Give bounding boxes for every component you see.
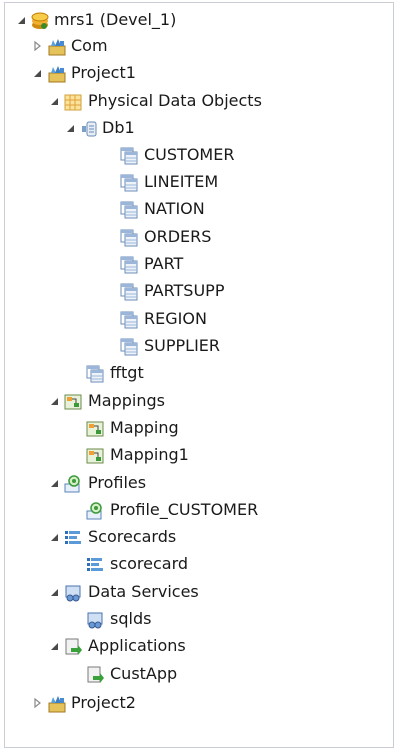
tree-node-label: Com bbox=[71, 36, 108, 55]
repository-icon bbox=[30, 11, 50, 31]
data-service-icon bbox=[85, 610, 105, 630]
tree-node-root[interactable]: mrs1 (Devel_1) bbox=[5, 7, 390, 33]
tree-node-label: ORDERS bbox=[144, 227, 212, 246]
tree-node-label: Mappings bbox=[88, 391, 165, 410]
tree-node-label: Profiles bbox=[88, 473, 147, 492]
tree-node-table[interactable]: REGION bbox=[5, 306, 390, 332]
tree-node-table[interactable]: LINEITEM bbox=[5, 169, 390, 195]
tree-node-label: Project1 bbox=[71, 63, 136, 82]
tree-node-label: Mapping bbox=[110, 418, 179, 437]
table-icon bbox=[119, 255, 139, 275]
tree-node-scorecards[interactable]: Scorecards bbox=[5, 524, 390, 550]
collapse-toggle-icon[interactable] bbox=[31, 40, 43, 52]
expand-toggle-icon[interactable] bbox=[48, 640, 60, 652]
project-icon bbox=[47, 37, 67, 57]
expand-toggle-icon[interactable] bbox=[48, 531, 60, 543]
expand-toggle-icon[interactable] bbox=[64, 122, 76, 134]
tree-node-label: Project2 bbox=[71, 693, 136, 712]
mapping-icon bbox=[85, 419, 105, 439]
project-icon bbox=[47, 694, 67, 714]
tree-node-label: CustApp bbox=[110, 664, 178, 683]
collapse-toggle-icon[interactable] bbox=[31, 697, 43, 709]
tree-node-db1[interactable]: Db1 bbox=[5, 115, 390, 141]
tree-node-label: Profile_CUSTOMER bbox=[110, 500, 259, 519]
table-icon bbox=[119, 337, 139, 357]
tree-node-fftgt[interactable]: fftgt bbox=[5, 360, 390, 386]
folder-icon bbox=[63, 92, 83, 112]
tree-node-label: NATION bbox=[144, 199, 205, 218]
tree-node-physical-data-objects[interactable]: Physical Data Objects bbox=[5, 88, 390, 114]
project-icon bbox=[47, 64, 67, 84]
tree-node-label: fftgt bbox=[110, 363, 144, 382]
tree-node-data-services[interactable]: Data Services bbox=[5, 579, 390, 605]
tree-node-label: mrs1 (Devel_1) bbox=[54, 10, 177, 29]
expand-toggle-icon[interactable] bbox=[31, 67, 43, 79]
expand-toggle-icon[interactable] bbox=[48, 95, 60, 107]
tree-node-label: PART bbox=[144, 254, 184, 273]
tree-node-label: PARTSUPP bbox=[144, 281, 225, 300]
expand-toggle-icon[interactable] bbox=[15, 14, 27, 26]
tree-node-profiles[interactable]: Profiles bbox=[5, 470, 390, 496]
tree-node-label: LINEITEM bbox=[144, 172, 219, 191]
expand-toggle-icon[interactable] bbox=[48, 586, 60, 598]
tree-node-label: Db1 bbox=[102, 118, 135, 137]
tree-node-label: Data Services bbox=[88, 582, 199, 601]
profile-icon bbox=[63, 474, 83, 494]
tree-node-label: SUPPLIER bbox=[144, 336, 221, 355]
tree-node-table[interactable]: SUPPLIER bbox=[5, 333, 390, 359]
table-icon bbox=[119, 173, 139, 193]
application-icon bbox=[63, 637, 83, 657]
database-icon bbox=[79, 119, 99, 139]
tree-node-project1[interactable]: Project1 bbox=[5, 60, 390, 86]
profile-icon bbox=[85, 501, 105, 521]
tree-node-label: Mapping1 bbox=[110, 445, 189, 464]
tree-node-label: sqlds bbox=[110, 609, 152, 628]
tree-node-table[interactable]: PART bbox=[5, 251, 390, 277]
tree-node-table[interactable]: NATION bbox=[5, 196, 390, 222]
data-service-icon bbox=[63, 583, 83, 603]
tree-node-table[interactable]: ORDERS bbox=[5, 224, 390, 250]
table-icon bbox=[119, 200, 139, 220]
tree-node-data-service[interactable]: sqlds bbox=[5, 606, 390, 632]
scorecard-icon bbox=[85, 555, 105, 575]
mapping-icon bbox=[85, 446, 105, 466]
tree-node-mapping[interactable]: Mapping bbox=[5, 415, 390, 441]
scorecard-icon bbox=[63, 528, 83, 548]
tree-node-table[interactable]: CUSTOMER bbox=[5, 142, 390, 168]
table-icon bbox=[119, 282, 139, 302]
tree-node-label: CUSTOMER bbox=[144, 145, 235, 164]
tree-node-scorecard[interactable]: scorecard bbox=[5, 551, 390, 577]
tree-node-table[interactable]: PARTSUPP bbox=[5, 278, 390, 304]
tree-node-project2[interactable]: Project2 bbox=[5, 690, 390, 716]
tree-node-label: scorecard bbox=[110, 554, 189, 573]
project-explorer-tree: mrs1 (Devel_1) Com Project1 Physical Dat… bbox=[4, 2, 394, 748]
tree-node-label: REGION bbox=[144, 309, 207, 328]
table-icon bbox=[85, 364, 105, 384]
application-icon bbox=[85, 665, 105, 685]
tree-node-label: Applications bbox=[88, 636, 186, 655]
mapping-icon bbox=[63, 392, 83, 412]
tree-node-label: Physical Data Objects bbox=[88, 91, 262, 110]
table-icon bbox=[119, 310, 139, 330]
tree-node-mappings[interactable]: Mappings bbox=[5, 388, 390, 414]
tree-node-applications[interactable]: Applications bbox=[5, 633, 390, 659]
expand-toggle-icon[interactable] bbox=[48, 477, 60, 489]
tree-node-label: Scorecards bbox=[88, 527, 177, 546]
tree-node-application[interactable]: CustApp bbox=[5, 661, 390, 687]
expand-toggle-icon[interactable] bbox=[48, 395, 60, 407]
table-icon bbox=[119, 228, 139, 248]
tree-node-com[interactable]: Com bbox=[5, 33, 390, 59]
table-icon bbox=[119, 146, 139, 166]
tree-node-mapping[interactable]: Mapping1 bbox=[5, 442, 390, 468]
tree-node-profile[interactable]: Profile_CUSTOMER bbox=[5, 497, 390, 523]
